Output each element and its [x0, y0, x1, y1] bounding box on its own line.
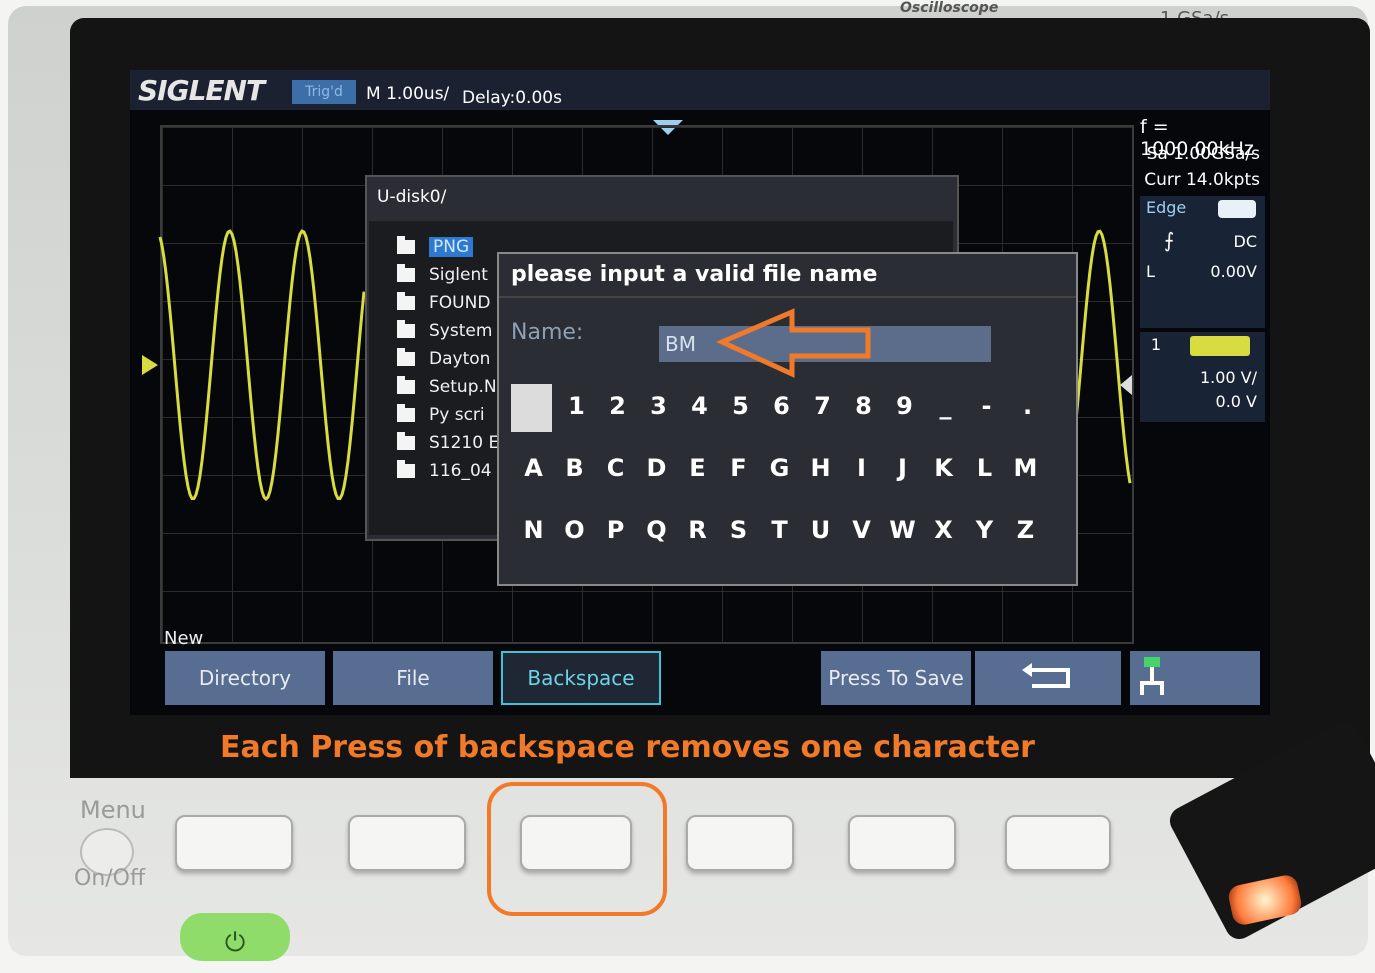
- onoff-label: On/Off: [74, 866, 146, 891]
- power-icon: ⏻: [224, 928, 246, 958]
- menu-label: Menu: [80, 796, 146, 824]
- hardware-softkey-4[interactable]: [686, 815, 794, 871]
- hardware-softkey-1[interactable]: [175, 815, 293, 871]
- hardware-softkey-2[interactable]: [348, 815, 466, 871]
- hardware-softkey-5[interactable]: [848, 815, 956, 871]
- annotation-arrow-icon: [715, 308, 871, 378]
- hardware-softkey-6[interactable]: [1005, 815, 1111, 871]
- power-button[interactable]: ⏻: [180, 913, 290, 961]
- backspace-highlight: [487, 782, 667, 916]
- annotation-caption: Each Press of backspace removes one char…: [220, 730, 1035, 765]
